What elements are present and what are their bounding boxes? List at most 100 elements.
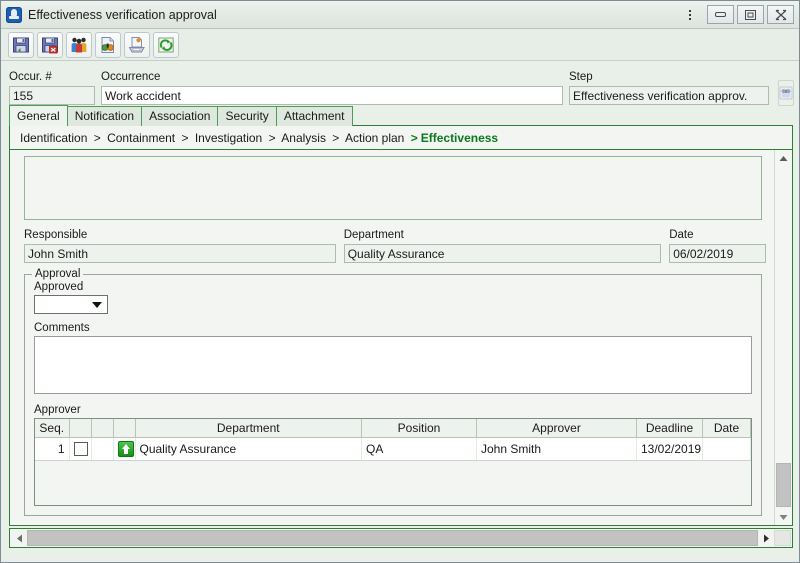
printer-document-icon (128, 36, 145, 52)
tab-general[interactable]: General (9, 105, 68, 126)
date-label: Date (669, 229, 694, 241)
scroll-down-button[interactable] (775, 509, 792, 525)
table-row[interactable]: 1 Quality Assurance QA John Smith 13/02/… (35, 437, 751, 461)
department-label: Department (343, 229, 404, 241)
step-input[interactable] (569, 86, 769, 105)
responsible-input[interactable] (24, 244, 336, 263)
step-search-button[interactable] (778, 80, 794, 106)
breadcrumb-item-identification[interactable]: Identification (20, 131, 87, 145)
breadcrumb-item-containment[interactable]: Containment (107, 131, 175, 145)
save-button[interactable] (8, 31, 34, 58)
document-binoculars-icon (101, 36, 114, 53)
chevron-down-icon (92, 302, 102, 308)
cell-department: Quality Assurance (135, 437, 362, 461)
description-box[interactable] (24, 156, 762, 220)
approval-legend: Approval (32, 268, 84, 280)
horizontal-scroll-track[interactable] (27, 530, 758, 546)
occurrence-number-input[interactable] (9, 86, 95, 105)
triangle-right-icon (763, 534, 769, 542)
occurrence-input[interactable] (101, 86, 563, 105)
breadcrumb-separator: > (332, 131, 340, 145)
approved-select[interactable] (34, 295, 108, 314)
application-window: Effectiveness verification approval Occu… (0, 0, 800, 563)
breadcrumb-item-investigation[interactable]: Investigation (195, 131, 262, 145)
step-label: Step (569, 71, 593, 83)
vertical-scroll-thumb[interactable] (776, 463, 791, 507)
vertical-scrollbar[interactable] (774, 150, 792, 525)
save-and-close-button[interactable] (37, 31, 63, 58)
floppy-disk-icon (13, 37, 29, 52)
horizontal-scroll-thumb[interactable] (27, 530, 758, 546)
comments-textarea[interactable] (34, 336, 752, 394)
col-date[interactable]: Date (702, 419, 751, 438)
floppy-disk-delete-icon (42, 37, 58, 53)
maximize-button[interactable] (737, 5, 764, 24)
col-department[interactable]: Department (135, 419, 362, 438)
form-scroll-area: Responsible Department Date (10, 150, 774, 525)
tab-association[interactable]: Association (141, 106, 219, 126)
responsible-label: Responsible (24, 229, 88, 241)
col-seq[interactable]: Seq. (35, 419, 70, 438)
vertical-scroll-track[interactable] (775, 166, 792, 509)
breadcrumb-item-effectiveness: Effectiveness (420, 131, 499, 145)
col-status[interactable] (113, 419, 136, 438)
row-checkbox[interactable] (73, 442, 88, 457)
date-input[interactable] (669, 244, 766, 263)
cell-deadline: 13/02/2019 (636, 437, 703, 461)
tab-security[interactable]: Security (217, 106, 277, 126)
binoculars-icon (779, 86, 793, 100)
window-controls (707, 5, 797, 24)
step-group: Step (569, 71, 769, 105)
print-button[interactable] (124, 31, 150, 58)
col-spacer-1[interactable] (91, 419, 114, 438)
breadcrumb-item-analysis[interactable]: Analysis (281, 131, 326, 145)
scroll-up-button[interactable] (775, 150, 792, 166)
close-button[interactable] (767, 5, 794, 24)
cell-status[interactable] (113, 437, 136, 461)
occurrence-group: Occurrence (101, 71, 563, 105)
breadcrumb-separator: > (93, 131, 101, 145)
approver-grid[interactable]: Seq. Department Position Approver Deadli… (34, 418, 752, 506)
maximize-icon (745, 9, 756, 20)
tab-notification[interactable]: Notification (66, 106, 143, 126)
kebab-menu-icon[interactable] (681, 4, 699, 26)
app-icon (6, 6, 22, 23)
search-record-button[interactable] (95, 31, 121, 58)
horizontal-scrollbar[interactable] (9, 528, 793, 548)
triangle-up-icon (779, 155, 788, 161)
col-approver[interactable]: Approver (476, 419, 637, 438)
occurrence-number-group: Occur. # (9, 71, 95, 105)
cell-checkbox[interactable] (69, 437, 92, 461)
scroll-left-button[interactable] (11, 530, 27, 546)
scrollbar-corner (774, 530, 791, 546)
tab-bar: General Notification Association Securit… (1, 105, 799, 126)
occurrence-label: Occurrence (101, 71, 161, 83)
status-bar (1, 548, 799, 562)
panel-body: Responsible Department Date (10, 149, 792, 525)
breadcrumb-separator: > (268, 131, 276, 145)
cell-spacer-1 (91, 437, 114, 461)
occurrence-number-label: Occur. # (9, 71, 52, 83)
window-title: Effectiveness verification approval (28, 7, 217, 22)
refresh-button[interactable] (153, 31, 179, 58)
date-group: Date (669, 229, 766, 263)
scroll-right-button[interactable] (758, 530, 774, 546)
cell-seq: 1 (35, 437, 70, 461)
form-content: Responsible Department Date (10, 150, 768, 516)
col-checkbox[interactable] (69, 419, 92, 438)
approver-table: Seq. Department Position Approver Deadli… (35, 419, 751, 461)
title-bar: Effectiveness verification approval (1, 1, 799, 29)
breadcrumb-item-action-plan[interactable]: Action plan (345, 131, 404, 145)
department-input[interactable] (343, 244, 662, 263)
tab-attachment[interactable]: Attachment (275, 106, 353, 126)
team-button[interactable] (66, 31, 92, 58)
table-header-row: Seq. Department Position Approver Deadli… (35, 419, 751, 438)
triangle-left-icon (16, 534, 22, 542)
toolbar (1, 29, 799, 61)
col-deadline[interactable]: Deadline (636, 419, 703, 438)
comments-label: Comments (34, 322, 90, 334)
col-position[interactable]: Position (361, 419, 477, 438)
cell-approver: John Smith (476, 437, 637, 461)
breadcrumb-separator: > (410, 131, 418, 145)
minimize-button[interactable] (707, 5, 734, 24)
